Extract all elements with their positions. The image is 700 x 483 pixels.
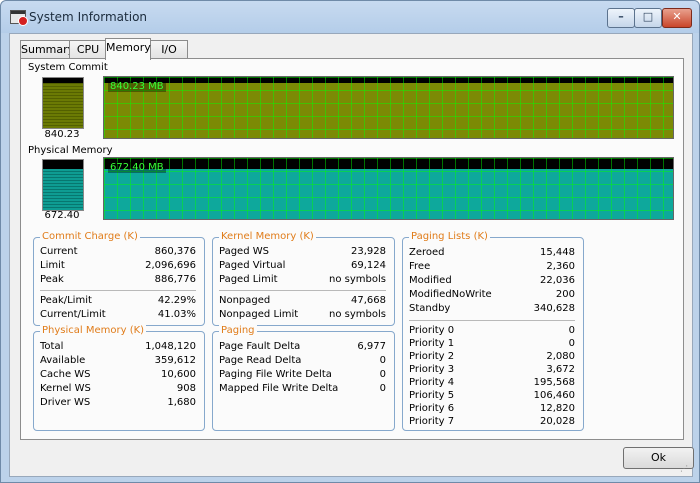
tab-summary[interactable]: Summary xyxy=(20,40,74,59)
kernel-memory-row: Nonpaged Limit no symbols xyxy=(219,309,386,320)
tab-cpu[interactable]: CPU xyxy=(69,40,107,59)
close-icon: ✕ xyxy=(672,10,682,23)
commit-charge-row: Current 860,376 xyxy=(40,246,196,257)
maximize-icon: □ xyxy=(642,10,654,23)
commit-charge-row: Peak/Limit 42.29% xyxy=(40,295,196,306)
system-commit-meter-fill xyxy=(43,82,83,128)
physical-memory-row: Driver WS 1,680 xyxy=(40,397,196,408)
close-button[interactable]: ✕ xyxy=(662,8,692,28)
system-commit-meter xyxy=(42,77,84,129)
graph-grid xyxy=(104,77,673,138)
tab-memory[interactable]: Memory xyxy=(105,38,151,60)
paging-lists-row: Priority 00 xyxy=(409,325,575,336)
title-bar[interactable]: System Information – □ ✕ xyxy=(1,1,699,33)
physical-memory-row: Kernel WS 908 xyxy=(40,383,196,394)
physical-memory-group: Physical Memory (K) Total 1,048,120 Avail… xyxy=(33,325,205,431)
commit-charge-row: Limit 2,096,696 xyxy=(40,260,196,271)
divider xyxy=(219,290,386,291)
paging-lists-group: Paging Lists (K) Zeroed 15,448 Free 2,360 … xyxy=(402,231,584,431)
tab-io[interactable]: I/O xyxy=(150,40,188,59)
paging-lists-row: Zeroed 15,448 xyxy=(409,247,575,258)
divider xyxy=(409,320,575,321)
paging-row: Page Fault Delta 6,977 xyxy=(219,341,386,352)
memory-tab-panel: System Commit 840.23 840.23 MB Physical … xyxy=(20,58,684,440)
paging-lists-row: Priority 4 195,568 xyxy=(409,377,575,388)
paging-lists-row: Priority 7 20,028 xyxy=(409,416,575,427)
physical-memory-row: Cache WS 10,600 xyxy=(40,369,196,380)
paging-group: Paging Page Fault Delta 6,977 Page Read D… xyxy=(212,325,395,431)
paging-lists-row: Priority 5 106,460 xyxy=(409,390,575,401)
minimize-icon: – xyxy=(618,10,624,23)
physical-memory-value: 672.40 xyxy=(44,210,80,221)
physical-memory-graph-label: 672.40 MB xyxy=(108,162,166,173)
physical-memory-row: Available 359,612 xyxy=(40,355,196,366)
paging-lists-row: ModifiedNoWrite 200 xyxy=(409,289,575,300)
paging-title: Paging xyxy=(219,325,257,336)
commit-charge-row: Peak 886,776 xyxy=(40,274,196,285)
kernel-memory-title: Kernel Memory (K) xyxy=(219,231,316,242)
paging-lists-row: Priority 10 xyxy=(409,338,575,349)
commit-charge-title: Commit Charge (K) xyxy=(40,231,140,242)
paging-lists-row: Priority 2 2,080 xyxy=(409,351,575,362)
commit-charge-group: Commit Charge (K) Current 860,376 Limit 2,… xyxy=(33,231,205,326)
kernel-memory-row: Paged WS 23,928 xyxy=(219,246,386,257)
paging-row: Page Read Delta 0 xyxy=(219,355,386,366)
physical-memory-label: Physical Memory xyxy=(28,145,113,156)
maximize-button[interactable]: □ xyxy=(634,8,662,28)
kernel-memory-row: Nonpaged 47,668 xyxy=(219,295,386,306)
divider xyxy=(40,290,196,291)
paging-lists-row: Standby 340,628 xyxy=(409,303,575,314)
kernel-memory-row: Paged Virtual 69,124 xyxy=(219,260,386,271)
system-commit-label: System Commit xyxy=(28,62,108,73)
app-icon[interactable] xyxy=(10,10,28,26)
paging-lists-row: Priority 6 12,820 xyxy=(409,403,575,414)
paging-lists-row: Priority 3 3,672 xyxy=(409,364,575,375)
physical-memory-title: Physical Memory (K) xyxy=(40,325,147,336)
system-information-window: System Information – □ ✕ Summary CPU Mem… xyxy=(0,0,700,483)
physical-memory-row: Total 1,048,120 xyxy=(40,341,196,352)
client-area: Summary CPU Memory I/O System Commit 840… xyxy=(9,33,694,477)
system-commit-value: 840.23 xyxy=(44,129,80,140)
paging-lists-row: Modified 22,036 xyxy=(409,275,575,286)
system-commit-graph: 840.23 MB xyxy=(103,76,674,139)
window-title: System Information xyxy=(29,10,148,24)
physical-memory-graph: 672.40 MB xyxy=(103,157,674,220)
paging-lists-row: Free 2,360 xyxy=(409,261,575,272)
system-commit-graph-label: 840.23 MB xyxy=(108,81,166,92)
minimize-button[interactable]: – xyxy=(607,8,635,28)
physical-memory-meter-fill xyxy=(43,169,83,210)
kernel-memory-group: Kernel Memory (K) Paged WS 23,928 Paged V… xyxy=(212,231,395,326)
paging-row: Mapped File Write Delta 0 xyxy=(219,383,386,394)
paging-lists-title: Paging Lists (K) xyxy=(409,231,490,242)
physical-memory-meter xyxy=(42,159,84,211)
resize-grip-icon[interactable]: ⋰ xyxy=(680,464,688,473)
kernel-memory-row: Paged Limit no symbols xyxy=(219,274,386,285)
paging-row: Paging File Write Delta 0 xyxy=(219,369,386,380)
commit-charge-row: Current/Limit 41.03% xyxy=(40,309,196,320)
graph-grid xyxy=(104,158,673,219)
